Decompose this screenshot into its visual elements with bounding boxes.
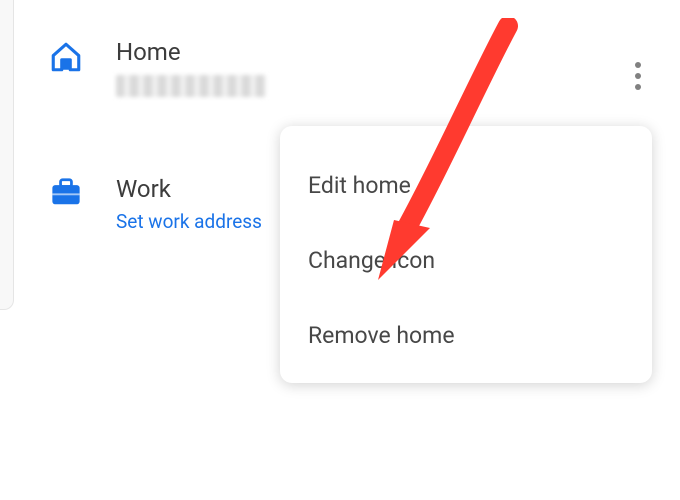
place-text-col: Work Set work address [116, 175, 262, 233]
more-vertical-icon [635, 62, 641, 68]
place-text-col: Home [116, 38, 266, 97]
place-title: Work [116, 175, 262, 204]
menu-item-change-icon[interactable]: Change icon [280, 223, 652, 298]
set-work-address-link[interactable]: Set work address [116, 210, 262, 233]
home-icon [46, 38, 86, 74]
place-row-home[interactable]: Home [0, 0, 680, 97]
menu-item-edit-home[interactable]: Edit home [280, 148, 652, 223]
menu-item-remove-home[interactable]: Remove home [280, 298, 652, 373]
home-address-redacted [116, 75, 266, 97]
context-menu: Edit home Change icon Remove home [280, 126, 652, 383]
more-options-button[interactable] [624, 56, 652, 96]
place-title: Home [116, 38, 266, 67]
briefcase-icon [46, 175, 86, 207]
